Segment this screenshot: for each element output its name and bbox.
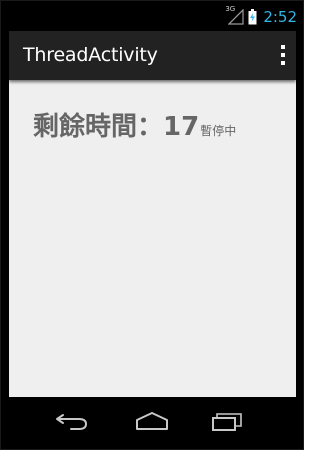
home-icon[interactable] [132, 409, 172, 433]
status-bar: 3G 2:52 [1, 1, 303, 31]
countdown-row: 剩餘時間： 17 暫停中 [33, 106, 236, 143]
overflow-dot [281, 53, 285, 57]
action-bar: ThreadActivity [9, 31, 296, 80]
countdown-value: 17 [163, 112, 200, 142]
status-icons: 3G 2:52 [225, 5, 297, 27]
overflow-dot [281, 45, 285, 49]
app-title: ThreadActivity [23, 44, 158, 66]
back-icon[interactable] [53, 409, 93, 433]
overflow-menu-icon[interactable] [276, 44, 290, 66]
navigation-bar [1, 397, 303, 449]
overflow-dot [281, 61, 285, 65]
device-frame: 3G 2:52 ThreadActivity 剩餘時間： 17 暫停中 [0, 0, 304, 450]
recent-apps-icon[interactable] [207, 409, 247, 433]
signal-icon: 3G [225, 5, 244, 25]
paused-status-text: 暫停中 [200, 124, 237, 138]
network-type-label: 3G [225, 5, 236, 13]
main-content: 剩餘時間： 17 暫停中 [9, 80, 296, 397]
countdown-label: 剩餘時間： [33, 112, 164, 142]
status-clock: 2:52 [263, 8, 297, 26]
battery-charging-icon [248, 9, 257, 25]
